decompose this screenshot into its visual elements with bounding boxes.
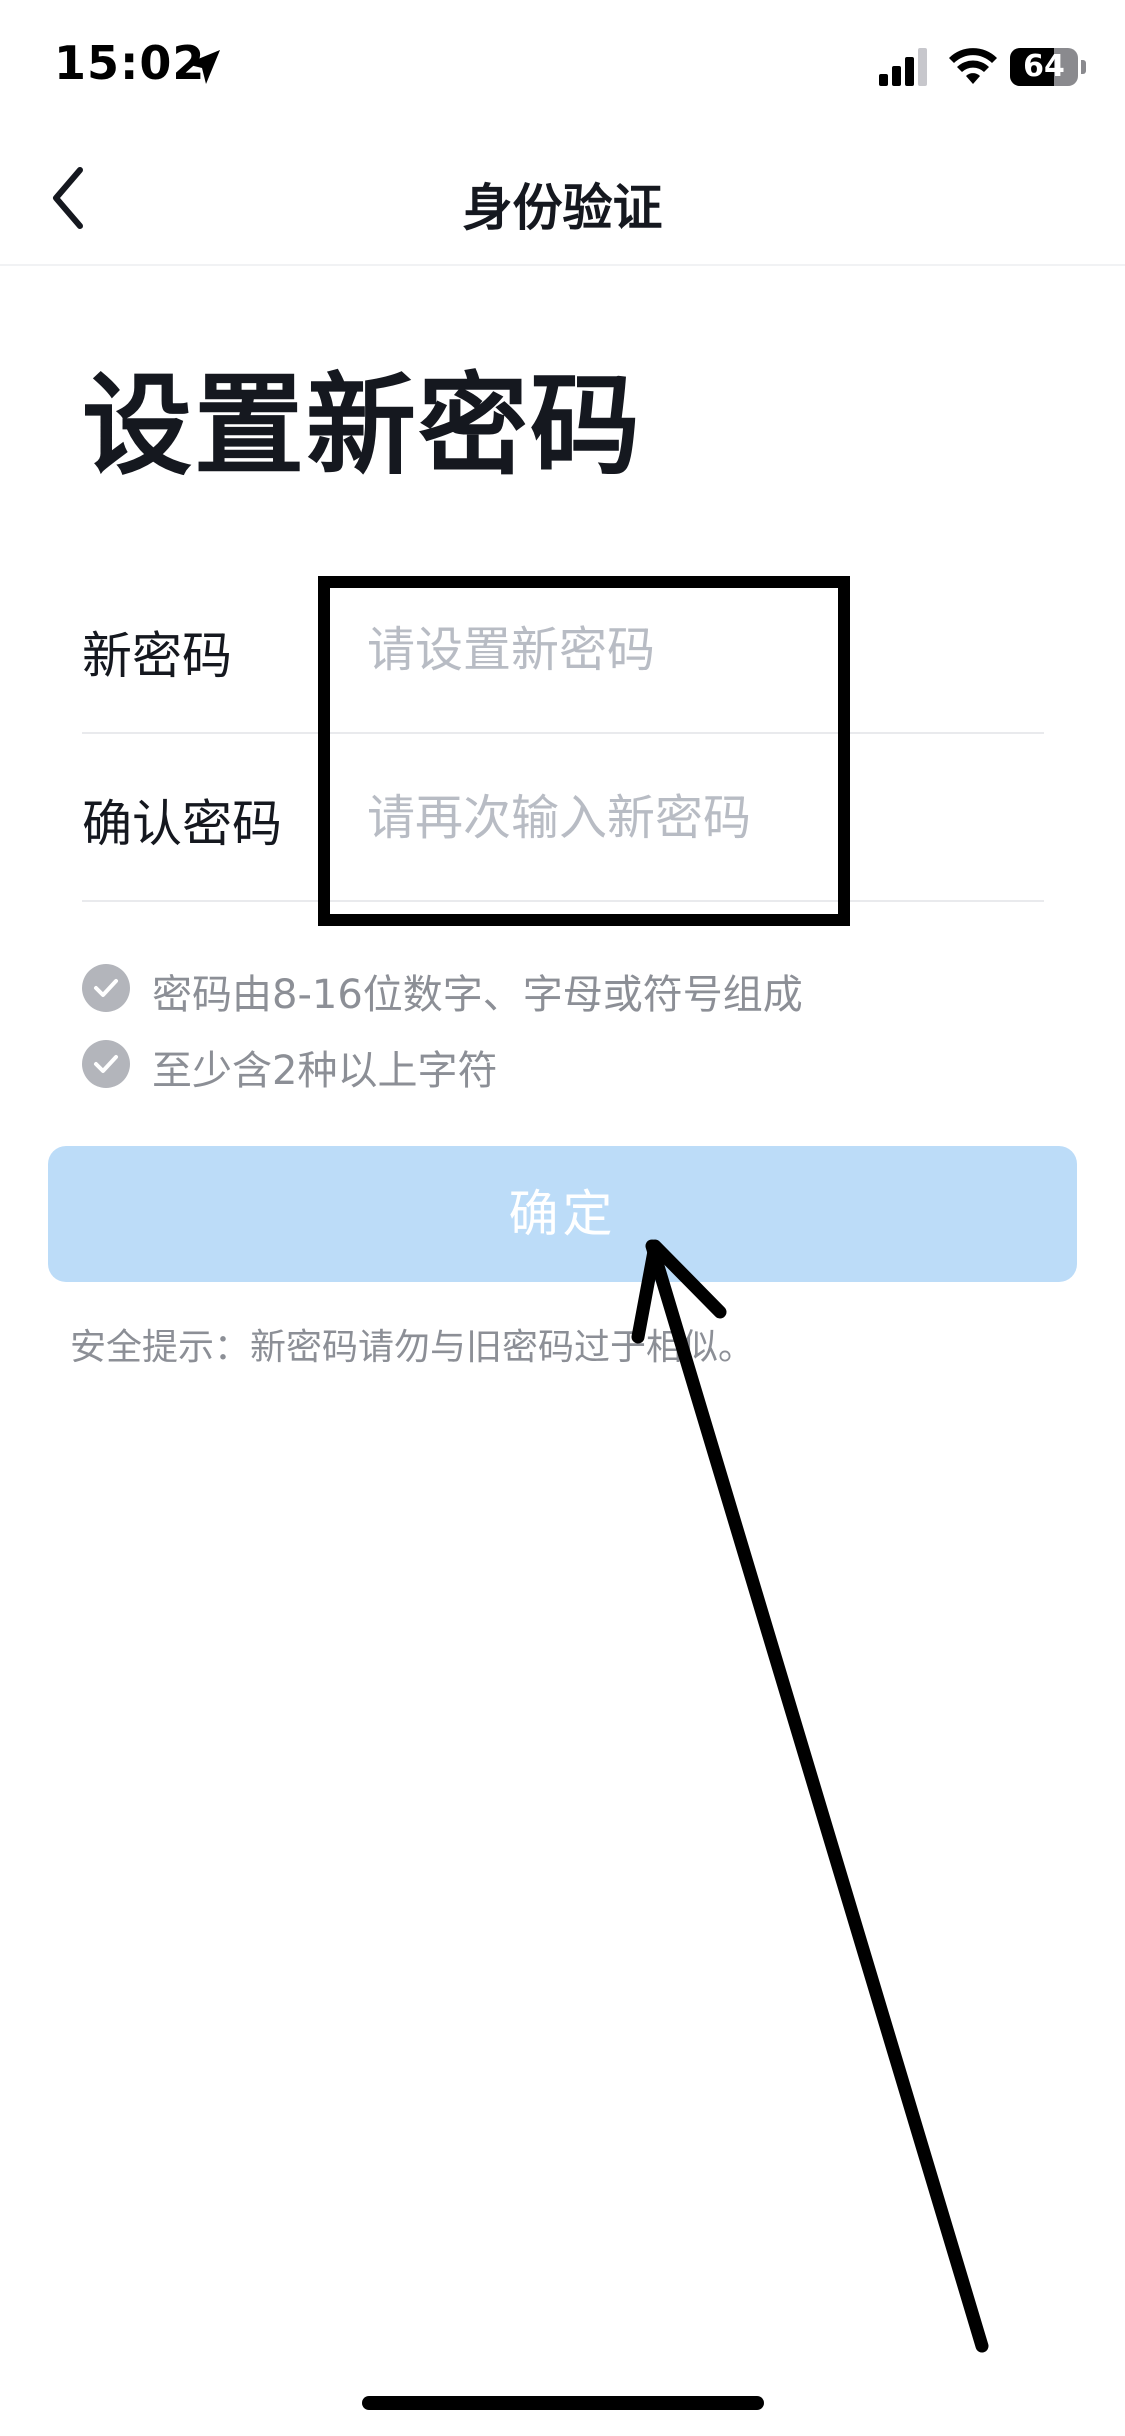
cellular-signal-icon bbox=[879, 48, 927, 86]
confirm-password-label: 确认密码 bbox=[82, 795, 282, 853]
confirm-button[interactable]: 确定 bbox=[48, 1146, 1077, 1282]
home-indicator bbox=[362, 2396, 764, 2410]
new-password-label: 新密码 bbox=[82, 627, 232, 685]
wifi-icon bbox=[949, 48, 997, 84]
check-circle-icon bbox=[82, 1040, 130, 1088]
annotation-box bbox=[318, 576, 850, 926]
security-tip: 安全提示：新密码请勿与旧密码过于相似。 bbox=[70, 1327, 755, 1368]
page-title: 设置新密码 bbox=[82, 362, 642, 490]
password-rule-text: 密码由8-16位数字、字母或符号组成 bbox=[152, 972, 803, 1018]
nav-title: 身份验证 bbox=[462, 179, 663, 237]
password-rule-text: 至少含2种以上字符 bbox=[152, 1048, 498, 1094]
battery-percent: 64 bbox=[1023, 49, 1065, 84]
battery-icon: 64 bbox=[1010, 48, 1086, 86]
status-bar: 15:02 64 bbox=[0, 0, 1125, 130]
back-button[interactable] bbox=[40, 158, 120, 238]
chevron-left-icon bbox=[53, 167, 83, 229]
location-arrow-icon bbox=[186, 50, 220, 84]
check-circle-icon bbox=[82, 964, 130, 1012]
nav-bar: 身份验证 bbox=[0, 130, 1125, 266]
